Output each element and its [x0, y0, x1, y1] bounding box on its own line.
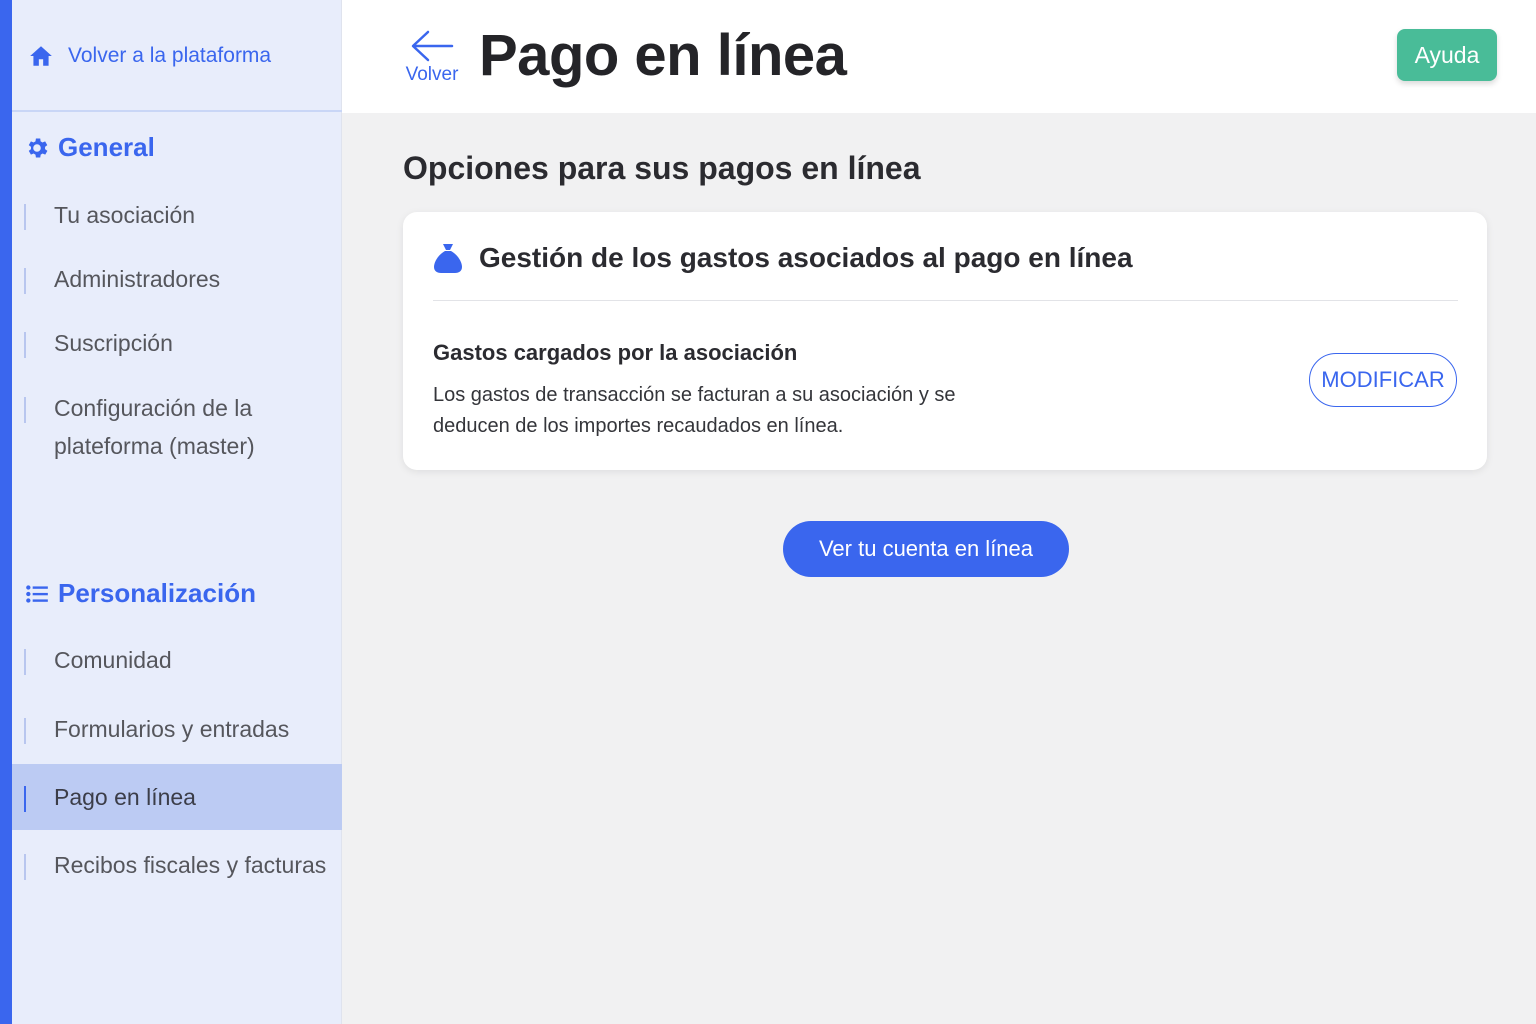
nav-indicator — [24, 854, 26, 880]
section-personalizacion: Personalización — [24, 578, 256, 609]
fees-description: Los gastos de transacción se facturan a … — [433, 384, 956, 437]
card-header: Gestión de los gastos asociados al pago … — [433, 242, 1133, 274]
page-title: Pago en línea — [479, 23, 847, 88]
sidebar-item-comunidad[interactable]: Comunidad — [12, 641, 342, 679]
sidebar-item-label: Suscripción — [54, 330, 173, 356]
sidebar-item-administradores[interactable]: Administradores — [12, 260, 342, 298]
arrow-left-icon — [411, 30, 454, 62]
sidebar: Volver a la plataforma General Tu asocia… — [12, 0, 342, 1024]
sidebar-item-formularios[interactable]: Formularios y entradas — [12, 710, 342, 748]
back-to-platform-label: Volver a la plataforma — [68, 44, 272, 67]
sidebar-accent-stripe — [0, 0, 12, 1024]
sidebar-item-tu-asociacion[interactable]: Tu asociación — [12, 196, 342, 234]
list-icon — [26, 584, 48, 603]
sidebar-item-label: Formularios y entradas — [54, 716, 290, 742]
nav-indicator — [24, 786, 26, 812]
sidebar-item-label: Recibos fiscales y facturas — [54, 852, 327, 878]
fees-card: Gestión de los gastos asociados al pago … — [403, 212, 1487, 470]
nav-indicator — [24, 268, 26, 294]
money-bag-icon — [434, 244, 462, 273]
gear-icon — [28, 137, 48, 158]
section-general-title: General — [58, 132, 155, 162]
nav-indicator — [24, 718, 26, 744]
sidebar-item-label: Comunidad — [54, 647, 172, 673]
nav-indicator — [24, 649, 26, 675]
section-general: General — [24, 132, 155, 163]
card-divider — [433, 300, 1458, 301]
sidebar-item-pago-en-linea[interactable]: Pago en línea — [12, 764, 342, 830]
sidebar-item-recibos[interactable]: Recibos fiscales y facturas — [12, 846, 342, 884]
section-personalizacion-title: Personalización — [58, 578, 256, 608]
nav-indicator — [24, 332, 26, 358]
back-to-platform-link[interactable]: Volver a la plataforma — [28, 36, 271, 76]
section-heading: Opciones para sus pagos en línea — [403, 150, 921, 186]
home-icon — [30, 46, 52, 66]
sidebar-item-label: Configuración de la plateforma (master) — [54, 395, 255, 459]
page-header: Volver Pago en línea Ayuda — [342, 0, 1536, 113]
sidebar-divider — [12, 110, 342, 112]
card-title: Gestión de los gastos asociados al pago … — [479, 242, 1133, 273]
sidebar-item-configuracion[interactable]: Configuración de la plateforma (master) — [12, 389, 342, 465]
modify-button[interactable]: MODIFICAR — [1309, 353, 1457, 407]
back-button-label: Volver — [405, 64, 459, 85]
sidebar-item-label: Pago en línea — [54, 784, 196, 810]
sidebar-item-suscripcion[interactable]: Suscripción — [12, 324, 342, 362]
back-button[interactable]: Volver — [404, 28, 460, 86]
nav-indicator — [24, 204, 26, 230]
help-button[interactable]: Ayuda — [1397, 29, 1497, 81]
fees-title: Gastos cargados por la asociación — [433, 340, 798, 365]
view-online-account-button[interactable]: Ver tu cuenta en línea — [783, 521, 1069, 577]
sidebar-item-label: Tu asociación — [54, 202, 196, 228]
nav-indicator — [24, 397, 26, 423]
sidebar-item-label: Administradores — [54, 266, 221, 292]
